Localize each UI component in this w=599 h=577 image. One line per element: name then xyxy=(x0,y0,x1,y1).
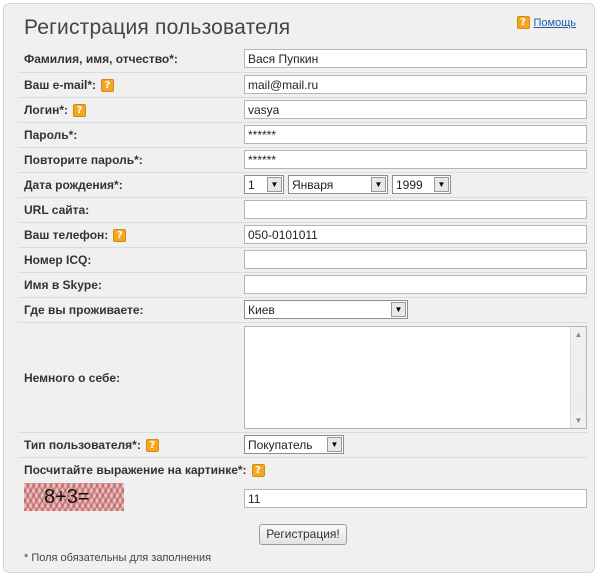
birth-day-value: 1 xyxy=(248,178,255,192)
about-label: Немного о себе: xyxy=(24,371,121,385)
chevron-down-icon: ▼ xyxy=(391,302,406,317)
skype-label: Имя в Skype: xyxy=(24,278,102,292)
form-row-password: Пароль*: ****** xyxy=(18,122,588,147)
icq-label: Номер ICQ: xyxy=(24,253,92,267)
birth-month-select[interactable]: Января ▼ xyxy=(288,175,388,194)
chevron-down-icon: ▼ xyxy=(327,437,342,452)
password-repeat-label: Повторите пароль*: xyxy=(24,153,143,167)
form-row-skype: Имя в Skype: xyxy=(18,272,588,297)
form-row-email: Ваш e-mail*:? mail@mail.ru xyxy=(18,72,588,97)
user-type-value: Покупатель xyxy=(248,438,313,452)
help-link[interactable]: Помощь xyxy=(534,17,577,29)
question-icon[interactable]: ? xyxy=(113,228,127,242)
form-row-password-repeat: Повторите пароль*: ****** xyxy=(18,147,588,172)
chevron-down-icon: ▼ xyxy=(371,177,386,192)
password-label: Пароль*: xyxy=(24,128,78,142)
fullname-input[interactable]: Вася Пупкин xyxy=(244,49,587,68)
login-input[interactable]: vasya xyxy=(244,100,587,119)
city-select[interactable]: Киев ▼ xyxy=(244,300,408,319)
chevron-down-icon: ▼ xyxy=(267,177,282,192)
email-label: Ваш e-mail*:? xyxy=(24,78,115,92)
icq-input[interactable] xyxy=(244,250,587,269)
login-label: Логин*:? xyxy=(24,103,87,117)
scroll-up-icon[interactable]: ▲ xyxy=(571,327,586,342)
register-button[interactable]: Регистрация! xyxy=(259,524,347,545)
question-icon[interactable]: ? xyxy=(145,438,159,452)
fullname-label: Фамилия, имя, отчество*: xyxy=(24,52,178,66)
form-row-birthdate: Дата рождения*: 1 ▼ Января ▼ 1999 ▼ xyxy=(18,172,588,197)
about-textarea[interactable]: ▲ ▼ xyxy=(244,326,587,429)
form-row-phone: Ваш телефон:? 050-0101011 xyxy=(18,222,588,247)
captcha-label: Посчитайте выражение на картинке*:? xyxy=(24,463,265,477)
city-value: Киев xyxy=(248,303,275,317)
birthdate-label: Дата рождения*: xyxy=(24,178,123,192)
email-input[interactable]: mail@mail.ru xyxy=(244,75,587,94)
scrollbar[interactable]: ▲ ▼ xyxy=(570,327,586,428)
user-type-select[interactable]: Покупатель ▼ xyxy=(244,435,344,454)
city-label: Где вы проживаете: xyxy=(24,303,144,317)
birth-month-value: Января xyxy=(292,178,334,192)
captcha-input[interactable]: 11 xyxy=(244,489,587,508)
url-input[interactable] xyxy=(244,200,587,219)
form-row-city: Где вы проживаете: Киев ▼ xyxy=(18,297,588,322)
birth-day-select[interactable]: 1 ▼ xyxy=(244,175,284,194)
scroll-down-icon[interactable]: ▼ xyxy=(571,413,586,428)
password-repeat-input[interactable]: ****** xyxy=(244,150,587,169)
question-icon[interactable]: ? xyxy=(516,16,530,29)
captcha-wrap: 8+3= xyxy=(18,480,138,514)
form-row-user-type: Тип пользователя*:? Покупатель ▼ xyxy=(18,432,588,457)
required-fields-note: * Поля обязательны для заполнения xyxy=(24,552,212,564)
form-row-login: Логин*:? vasya xyxy=(18,97,588,122)
chevron-down-icon: ▼ xyxy=(434,177,449,192)
question-icon[interactable]: ? xyxy=(251,463,265,477)
question-icon[interactable]: ? xyxy=(101,78,115,92)
phone-input[interactable]: 050-0101011 xyxy=(244,225,587,244)
captcha-image: 8+3= xyxy=(24,483,124,511)
form-row-captcha: Посчитайте выражение на картинке*:? 8+3=… xyxy=(18,457,588,517)
birth-year-select[interactable]: 1999 ▼ xyxy=(392,175,451,194)
question-icon[interactable]: ? xyxy=(73,103,87,117)
form-row-about: Немного о себе: ▲ ▼ xyxy=(18,322,588,429)
birth-year-value: 1999 xyxy=(396,178,423,192)
help-area: ? Помощь xyxy=(516,16,577,29)
user-type-label: Тип пользователя*:? xyxy=(24,438,159,452)
registration-panel: Регистрация пользователя ? Помощь Фамили… xyxy=(3,3,595,573)
form-row-url: URL сайта: xyxy=(18,197,588,222)
page-title: Регистрация пользователя xyxy=(24,16,291,39)
phone-label: Ваш телефон:? xyxy=(24,228,127,242)
skype-input[interactable] xyxy=(244,275,587,294)
password-input[interactable]: ****** xyxy=(244,125,587,144)
form-row-fullname: Фамилия, имя, отчество*: Вася Пупкин xyxy=(18,47,588,72)
form-row-icq: Номер ICQ: xyxy=(18,247,588,272)
url-label: URL сайта: xyxy=(24,203,90,217)
